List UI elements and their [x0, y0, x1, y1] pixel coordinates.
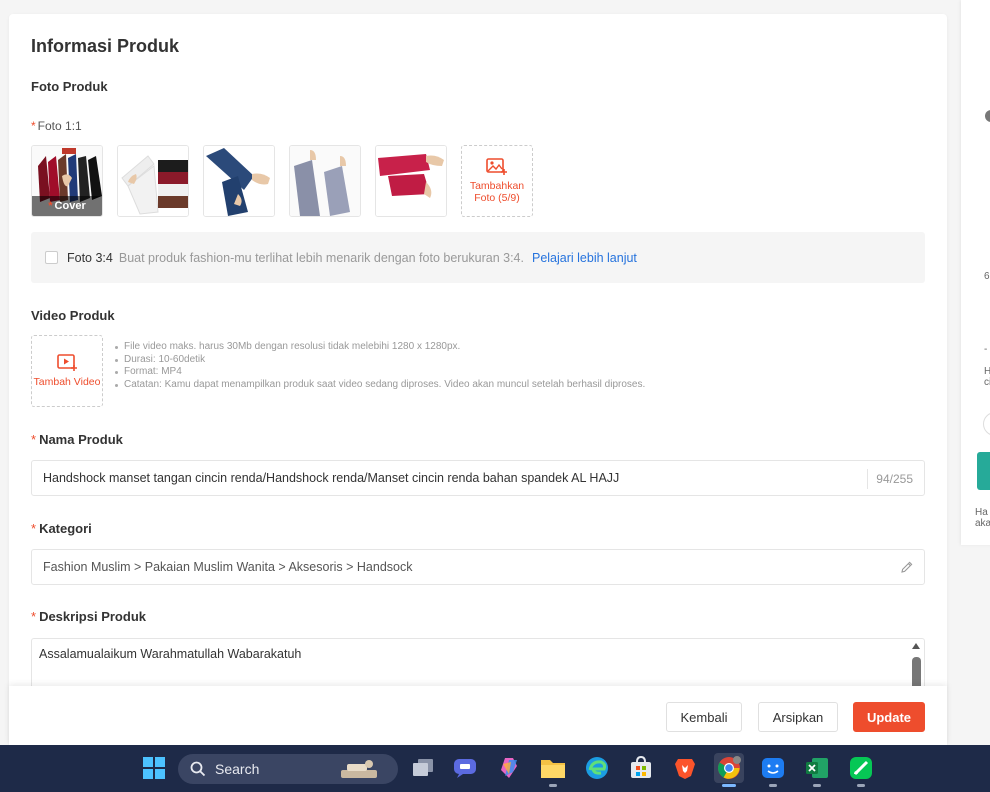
video-note: Catatan: Kamu dapat menampilkan produk s…	[112, 379, 645, 392]
file-explorer-icon[interactable]	[538, 753, 568, 787]
category-field[interactable]: Fashion Muslim > Pakaian Muslim Wanita >…	[31, 549, 925, 585]
foto-34-banner: Foto 3:4 Buat produk fashion-mu terlihat…	[31, 232, 925, 283]
foto-ratio-label: * Foto 1:1	[31, 119, 82, 133]
add-video-icon	[57, 354, 77, 371]
video-note: Format: MP4	[112, 366, 645, 379]
page-title: Informasi Produk	[31, 36, 180, 56]
side-text: ci	[984, 377, 990, 388]
add-image-icon	[486, 158, 507, 175]
chrome-icon[interactable]	[714, 753, 744, 787]
task-view-icon[interactable]	[408, 753, 438, 783]
side-text: -	[984, 344, 988, 355]
side-text: Ha	[975, 507, 988, 518]
update-button[interactable]: Update	[853, 702, 925, 732]
side-text: 6	[984, 271, 990, 282]
side-control[interactable]	[983, 412, 990, 436]
action-footer: Kembali Arsipkan Update	[9, 686, 947, 745]
archive-button[interactable]: Arsipkan	[758, 702, 838, 732]
char-counter: 94/255	[867, 469, 924, 489]
product-photo-cover[interactable]: * Cover	[31, 145, 103, 217]
excel-icon[interactable]	[802, 753, 832, 787]
taskbar-search[interactable]: Search	[178, 754, 398, 784]
foto-produk-label: Foto Produk	[31, 79, 108, 94]
product-photo[interactable]	[203, 145, 275, 217]
side-text: H	[984, 366, 990, 377]
page-background: 6 - H ci Ha aka Informasi Produk Foto Pr…	[0, 0, 990, 745]
nama-produk-label: * Nama Produk	[31, 432, 123, 447]
product-photo[interactable]	[289, 145, 361, 217]
product-name-input[interactable]: Handshock manset tangan cincin renda/Han…	[31, 460, 925, 496]
learn-more-link[interactable]: Pelajari lebih lanjut	[532, 251, 637, 265]
video-note: File video maks. harus 30Mb dengan resol…	[112, 341, 645, 354]
search-highlight-icon	[341, 760, 377, 778]
product-photo[interactable]	[375, 145, 447, 217]
photo-list: * Cover Tambahkan Foto (5/9)	[31, 145, 533, 217]
line-icon[interactable]	[846, 753, 876, 787]
cover-badge: * Cover	[32, 196, 102, 216]
product-photo[interactable]	[117, 145, 189, 217]
foto-34-label: Foto 3:4	[67, 250, 113, 265]
foto-34-checkbox[interactable]	[45, 251, 58, 264]
search-icon	[190, 761, 206, 777]
search-label: Search	[215, 761, 260, 777]
side-text: aka	[975, 518, 990, 529]
description-value: Assalamualaikum Warahmatullah Wabarakatu…	[39, 647, 302, 661]
store-icon[interactable]	[626, 753, 656, 783]
foto-34-description: Buat produk fashion-mu terlihat lebih me…	[118, 250, 524, 265]
back-button[interactable]: Kembali	[666, 702, 742, 732]
add-photo-button[interactable]: Tambahkan Foto (5/9)	[461, 145, 533, 217]
add-video-label: Tambah Video	[33, 376, 101, 388]
side-green-button[interactable]	[977, 452, 990, 490]
product-name-value: Handshock manset tangan cincin renda/Han…	[43, 471, 620, 485]
video-requirements: File video maks. harus 30Mb dengan resol…	[112, 341, 645, 391]
kategori-label: * Kategori	[31, 521, 92, 536]
taskbar: Search	[0, 745, 990, 792]
chat-icon[interactable]	[450, 753, 480, 783]
side-panel: 6 - H ci Ha aka	[961, 0, 990, 545]
edge-icon[interactable]	[582, 753, 612, 783]
windows-start-icon[interactable]	[139, 753, 169, 783]
video-note: Durasi: 10-60detik	[112, 354, 645, 367]
add-video-button[interactable]: Tambah Video	[31, 335, 103, 407]
pencil-icon[interactable]	[900, 560, 914, 574]
brave-icon[interactable]	[670, 753, 700, 783]
video-produk-label: Video Produk	[31, 308, 115, 323]
product-info-card: Informasi Produk Foto Produk * Foto 1:1 *…	[9, 14, 947, 745]
add-photo-label: Tambahkan Foto (5/9)	[469, 180, 525, 204]
scroll-up-arrow[interactable]	[912, 643, 920, 649]
copilot-icon[interactable]	[494, 753, 524, 783]
side-radio[interactable]	[985, 110, 990, 122]
finder-icon[interactable]	[758, 753, 788, 787]
deskripsi-label: * Deskripsi Produk	[31, 609, 146, 624]
category-value: Fashion Muslim > Pakaian Muslim Wanita >…	[43, 560, 413, 574]
